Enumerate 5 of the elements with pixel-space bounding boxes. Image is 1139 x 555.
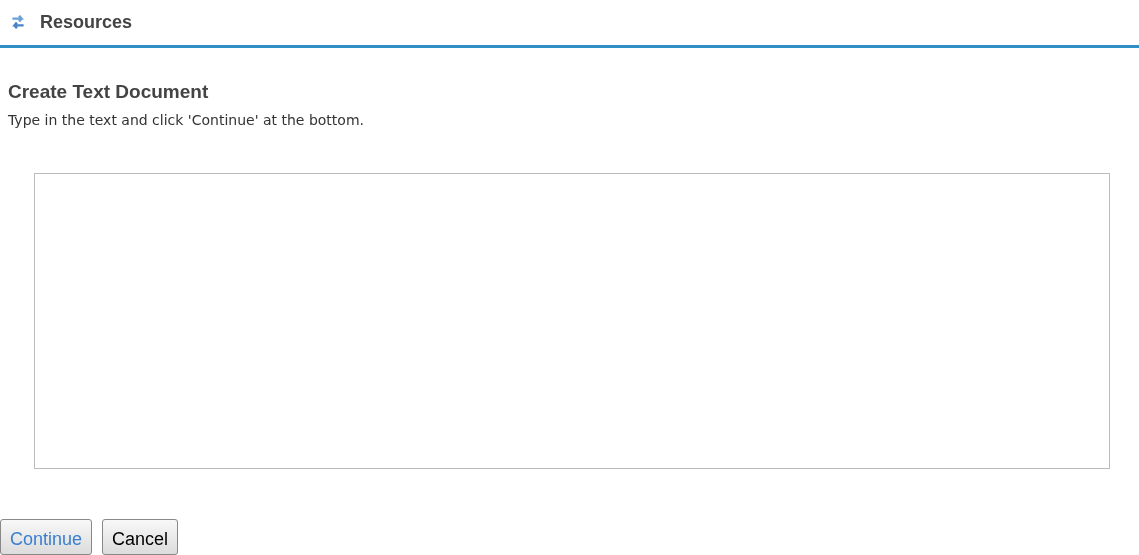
header-title: Resources <box>40 10 133 34</box>
cancel-button[interactable]: Cancel <box>102 519 179 555</box>
form-title: Create Text Document <box>8 79 210 104</box>
text-area[interactable] <box>34 172 1110 469</box>
instructions-text: Type in the text and click 'Continue' at the bottom. <box>8 110 365 129</box>
